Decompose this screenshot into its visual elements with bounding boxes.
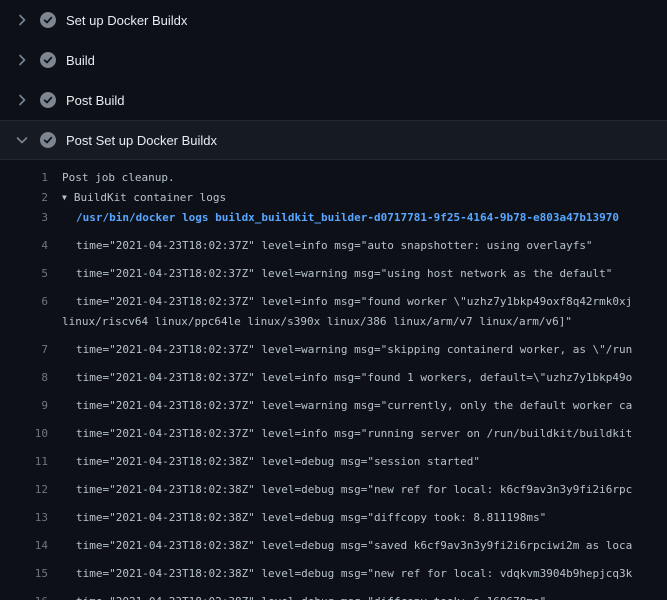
log-panel: 1Post job cleanup.2 ▼ BuildKit container l… xyxy=(0,160,667,600)
step-header-set-up-docker-buildx[interactable]: Set up Docker Buildx xyxy=(0,0,667,40)
line-number[interactable]: 4 xyxy=(0,236,48,256)
log-text: time="2021-04-23T18:02:37Z" level=warnin… xyxy=(48,264,612,284)
steps-panel: Set up Docker Buildx Build Post Build Po… xyxy=(0,0,667,160)
step-header-post-set-up-docker-buildx[interactable]: Post Set up Docker Buildx xyxy=(0,120,667,160)
line-number[interactable]: 7 xyxy=(0,340,48,360)
log-text: time="2021-04-23T18:02:38Z" level=debug … xyxy=(48,480,632,500)
chevron-right-icon xyxy=(14,92,30,108)
line-number[interactable]: 8 xyxy=(0,368,48,388)
log-text: time="2021-04-23T18:02:37Z" level=info m… xyxy=(48,368,632,388)
group-toggle-icon[interactable]: ▼ xyxy=(62,188,67,208)
log-text: time="2021-04-23T18:02:38Z" level=debug … xyxy=(48,452,480,472)
line-number[interactable]: 11 xyxy=(0,452,48,472)
log-text: time="2021-04-23T18:02:37Z" level=info m… xyxy=(48,236,593,256)
log-text: Post job cleanup. xyxy=(48,168,175,188)
log-line: 14time="2021-04-23T18:02:38Z" level=debu… xyxy=(0,528,667,556)
chevron-down-icon xyxy=(14,132,30,148)
line-number[interactable]: 5 xyxy=(0,264,48,284)
log-text: time="2021-04-23T18:02:38Z" level=debug … xyxy=(48,508,546,528)
log-line: 9time="2021-04-23T18:02:37Z" level=warni… xyxy=(0,388,667,416)
log-line: 10time="2021-04-23T18:02:37Z" level=info… xyxy=(0,416,667,444)
log-line: 1Post job cleanup. xyxy=(0,168,667,188)
check-circle-icon xyxy=(40,92,56,108)
log-line: 7time="2021-04-23T18:02:37Z" level=warni… xyxy=(0,332,667,360)
line-number[interactable]: 16 xyxy=(0,592,48,600)
check-circle-icon xyxy=(40,132,56,148)
step-label: Post Set up Docker Buildx xyxy=(66,133,217,148)
log-text: time="2021-04-23T18:02:38Z" level=debug … xyxy=(48,536,632,556)
log-line: 3/usr/bin/docker logs buildx_buildkit_bu… xyxy=(0,208,667,228)
step-header-post-build[interactable]: Post Build xyxy=(0,80,667,120)
line-number[interactable]: 10 xyxy=(0,424,48,444)
line-number[interactable]: 15 xyxy=(0,564,48,584)
log-line: 8time="2021-04-23T18:02:37Z" level=info … xyxy=(0,360,667,388)
log-command[interactable]: /usr/bin/docker logs buildx_buildkit_bui… xyxy=(48,208,619,228)
log-line: 16time="2021-04-23T18:02:38Z" level=debu… xyxy=(0,584,667,600)
step-label: Post Build xyxy=(66,93,125,108)
step-label: Build xyxy=(66,53,95,68)
check-circle-icon xyxy=(40,52,56,68)
line-number[interactable]: 2 xyxy=(0,188,48,208)
log-line: 12time="2021-04-23T18:02:38Z" level=debu… xyxy=(0,472,667,500)
log-text: time="2021-04-23T18:02:38Z" level=debug … xyxy=(48,592,546,600)
log-line: linux/riscv64 linux/ppc64le linux/s390x … xyxy=(0,312,667,332)
log-line: 2 ▼ BuildKit container logs xyxy=(0,188,667,208)
log-text: time="2021-04-23T18:02:38Z" level=debug … xyxy=(48,564,632,584)
log-text: time="2021-04-23T18:02:37Z" level=warnin… xyxy=(48,340,632,360)
group-label[interactable]: BuildKit container logs xyxy=(74,191,226,204)
log-text: time="2021-04-23T18:02:37Z" level=info m… xyxy=(48,424,632,444)
line-number[interactable]: 14 xyxy=(0,536,48,556)
check-circle-icon xyxy=(40,12,56,28)
line-number[interactable]: 13 xyxy=(0,508,48,528)
step-label: Set up Docker Buildx xyxy=(66,13,187,28)
log-line: 6time="2021-04-23T18:02:37Z" level=info … xyxy=(0,284,667,312)
line-number[interactable]: 12 xyxy=(0,480,48,500)
log-line: 11time="2021-04-23T18:02:38Z" level=debu… xyxy=(0,444,667,472)
line-number[interactable]: 3 xyxy=(0,208,48,228)
log-line: 13time="2021-04-23T18:02:38Z" level=debu… xyxy=(0,500,667,528)
line-number[interactable]: 9 xyxy=(0,396,48,416)
line-number[interactable]: 1 xyxy=(0,168,48,188)
chevron-right-icon xyxy=(14,52,30,68)
log-text: time="2021-04-23T18:02:37Z" level=info m… xyxy=(48,292,632,312)
log-line: 5time="2021-04-23T18:02:37Z" level=warni… xyxy=(0,256,667,284)
step-header-build[interactable]: Build xyxy=(0,40,667,80)
line-number[interactable]: 6 xyxy=(0,292,48,312)
log-line: 15time="2021-04-23T18:02:38Z" level=debu… xyxy=(0,556,667,584)
log-text: linux/riscv64 linux/ppc64le linux/s390x … xyxy=(48,312,572,332)
log-text: time="2021-04-23T18:02:37Z" level=warnin… xyxy=(48,396,632,416)
log-line: 4time="2021-04-23T18:02:37Z" level=info … xyxy=(0,228,667,256)
log-group[interactable]: ▼ BuildKit container logs xyxy=(48,188,226,208)
chevron-right-icon xyxy=(14,12,30,28)
